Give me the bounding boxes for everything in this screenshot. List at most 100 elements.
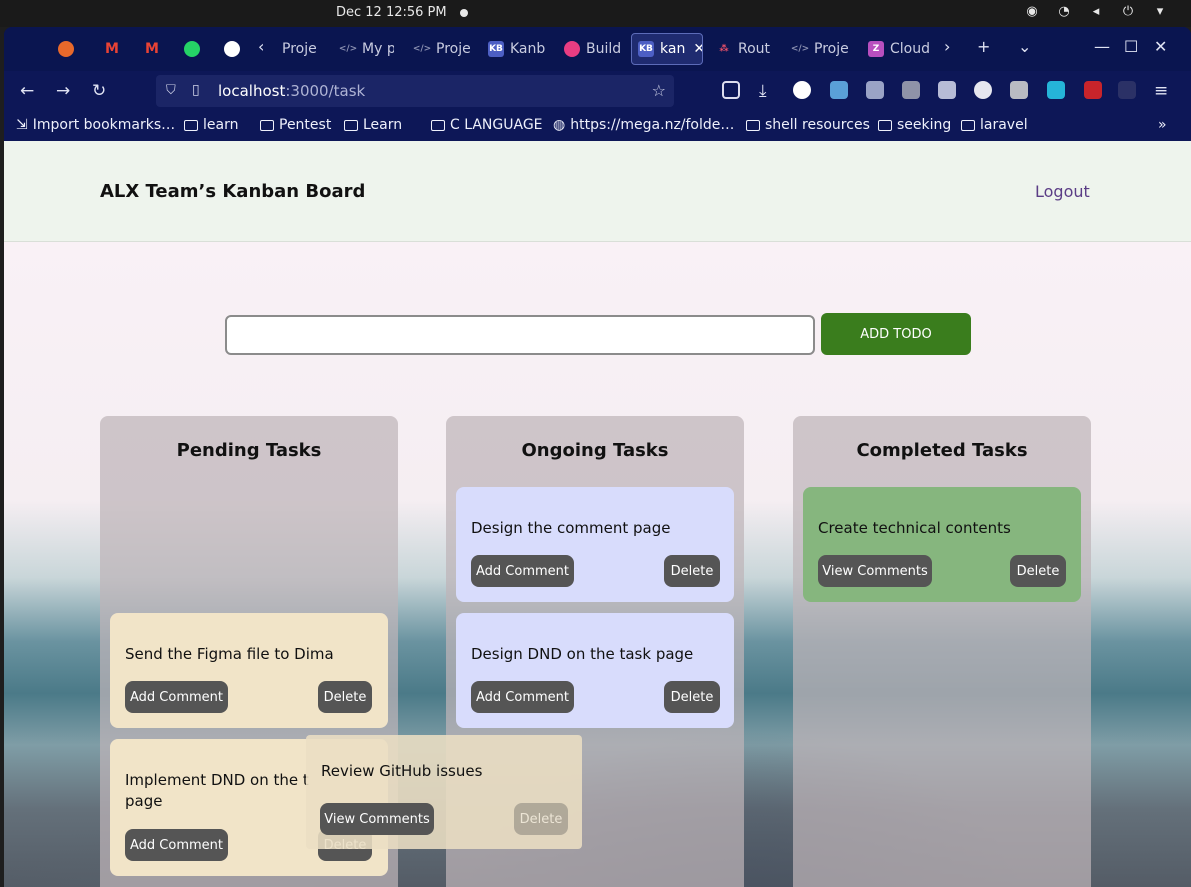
pinned-github-tab[interactable] xyxy=(218,33,246,65)
pocket-icon[interactable] xyxy=(722,81,740,99)
forward-icon[interactable]: → xyxy=(56,81,70,101)
os-clock[interactable]: Dec 12 12:56 PM xyxy=(336,5,447,20)
wifi-icon[interactable]: ◔ xyxy=(1055,4,1073,19)
back-icon[interactable]: ← xyxy=(20,81,34,101)
view-comments-button[interactable]: View Comments xyxy=(320,803,434,835)
tab-item[interactable]: KB Kanb xyxy=(482,33,552,65)
chevron-down-icon[interactable]: ▾ xyxy=(1151,4,1169,19)
more-bookmarks-icon[interactable]: » xyxy=(1158,117,1167,133)
volume-icon[interactable]: ◂ xyxy=(1087,4,1105,19)
bookmark-folder[interactable]: shell resources xyxy=(746,117,870,133)
address-bar[interactable]: ⛉ ▯ localhost:3000/task ☆ xyxy=(156,75,674,107)
logout-link[interactable]: Logout xyxy=(1035,182,1090,201)
url-path: :3000/task xyxy=(285,82,366,100)
extension-pen-icon[interactable] xyxy=(866,81,884,99)
bookmark-label: shell resources xyxy=(765,117,870,133)
downloads-icon[interactable]: ⤓ xyxy=(759,81,767,101)
list-tabs-icon[interactable]: ⌄ xyxy=(1018,37,1031,56)
tab-item-active[interactable]: KB kan ✕ xyxy=(631,33,703,65)
cloud-icon: Z xyxy=(868,41,884,57)
bookmark-folder[interactable]: laravel xyxy=(961,117,1028,133)
tab-label: Build xyxy=(586,41,622,57)
maximize-icon[interactable]: ☐ xyxy=(1124,37,1138,56)
view-comments-button[interactable]: View Comments xyxy=(818,555,932,587)
folder-icon xyxy=(746,119,760,131)
notification-dot-icon xyxy=(460,9,468,17)
bookmark-label: learn xyxy=(203,117,239,133)
tab-item[interactable]: Proje xyxy=(276,33,336,65)
bookmark-folder[interactable]: learn xyxy=(184,117,238,133)
task-card[interactable]: Create technical contents View Comments … xyxy=(803,487,1081,602)
shield-icon[interactable]: ⛉ xyxy=(166,83,176,98)
add-comment-button[interactable]: Add Comment xyxy=(125,681,228,713)
add-comment-button[interactable]: Add Comment xyxy=(471,681,574,713)
new-tab-icon[interactable]: + xyxy=(977,37,990,56)
delete-button[interactable]: Delete xyxy=(318,681,372,713)
extension-v-icon[interactable] xyxy=(938,81,956,99)
kanban-page: ALX Team’s Kanban Board Logout ADD TODO … xyxy=(4,141,1191,887)
extension-s-icon[interactable] xyxy=(974,81,992,99)
reload-icon[interactable]: ↻ xyxy=(92,81,106,101)
gmail-icon: M xyxy=(145,41,159,57)
add-todo-button[interactable]: ADD TODO xyxy=(821,313,971,355)
bookmarks-bar: ⇲ Import bookmarks… learn Pentest Learn C… xyxy=(4,111,1191,141)
page-info-icon[interactable]: ▯ xyxy=(192,82,200,98)
pinned-firefox-tab[interactable] xyxy=(52,33,80,65)
kb-icon: KB xyxy=(638,41,654,57)
system-tray[interactable]: ◉ ◔ ◂ ⏻ ▾ xyxy=(1023,4,1169,19)
tab-item[interactable]: </> Proje xyxy=(408,33,478,65)
power-icon[interactable]: ⏻ xyxy=(1119,4,1137,19)
tab-scroll-left-icon[interactable]: ‹ xyxy=(258,37,264,56)
delete-button[interactable]: Delete xyxy=(514,803,568,835)
nav-bar: ← → ↻ ⛉ ▯ localhost:3000/task ☆ ⤓ ≡ xyxy=(4,71,1191,111)
folder-icon xyxy=(260,119,274,131)
tab-item[interactable]: </> My p xyxy=(334,33,394,65)
accessibility-icon[interactable]: ◉ xyxy=(1023,4,1041,19)
folder-icon xyxy=(961,119,975,131)
folder-icon xyxy=(184,119,198,131)
bookmark-import[interactable]: ⇲ Import bookmarks… xyxy=(16,117,175,133)
code-tab-icon: </> xyxy=(338,44,358,54)
tab-label: Rout xyxy=(738,41,771,57)
close-tab-icon[interactable]: ✕ xyxy=(693,41,702,57)
delete-button[interactable]: Delete xyxy=(664,555,720,587)
pinned-gmail-tab-2[interactable]: M xyxy=(138,33,166,65)
extension-translate-icon[interactable] xyxy=(1047,81,1065,99)
bookmark-star-icon[interactable]: ☆ xyxy=(652,81,666,100)
task-card[interactable]: Send the Figma file to Dima Add Comment … xyxy=(110,613,388,728)
extension-h-icon[interactable] xyxy=(793,81,811,99)
delete-button[interactable]: Delete xyxy=(664,681,720,713)
task-card[interactable]: Design the comment page Add Comment Dele… xyxy=(456,487,734,602)
extension-car-icon[interactable] xyxy=(902,81,920,99)
tab-item[interactable]: Z Cloud xyxy=(862,33,934,65)
pinned-gmail-tab[interactable]: M xyxy=(98,33,126,65)
minimize-icon[interactable]: — xyxy=(1094,37,1110,56)
bookmark-folder[interactable]: Learn xyxy=(344,117,402,133)
todo-input[interactable] xyxy=(225,315,815,355)
tab-item[interactable]: </> Proje xyxy=(786,33,856,65)
pinned-whatsapp-tab[interactable] xyxy=(178,33,206,65)
tab-scroll-right-icon[interactable]: › xyxy=(944,37,950,56)
ublock-icon[interactable] xyxy=(1084,81,1102,99)
tab-item[interactable]: ⁂ Rout xyxy=(710,33,780,65)
bookmark-folder[interactable]: Pentest xyxy=(260,117,331,133)
add-comment-button[interactable]: Add Comment xyxy=(125,829,228,861)
tab-item[interactable]: Build xyxy=(558,33,628,65)
extension-tools-icon[interactable] xyxy=(1118,81,1136,99)
tab-label: Proje xyxy=(282,41,317,57)
menu-icon[interactable]: ≡ xyxy=(1154,81,1168,101)
bookmark-folder[interactable]: seeking xyxy=(878,117,951,133)
bookmark-link[interactable]: ◍ https://mega.nz/folde… xyxy=(553,117,734,133)
code-tab-icon: </> xyxy=(790,44,810,54)
bookmark-folder[interactable]: C LANGUAGE xyxy=(431,117,543,133)
add-comment-button[interactable]: Add Comment xyxy=(471,555,574,587)
delete-button[interactable]: Delete xyxy=(1010,555,1066,587)
task-card[interactable]: Design DND on the task page Add Comment … xyxy=(456,613,734,728)
extension-mail-icon[interactable] xyxy=(1010,81,1028,99)
dragging-task-card[interactable]: Review GitHub issues View Comments Delet… xyxy=(306,735,582,849)
column-title: Completed Tasks xyxy=(856,440,1028,461)
extension-globe-icon[interactable] xyxy=(830,81,848,99)
close-window-icon[interactable]: ✕ xyxy=(1154,37,1167,56)
column-title: Ongoing Tasks xyxy=(521,440,669,461)
firefox-icon xyxy=(58,41,74,57)
